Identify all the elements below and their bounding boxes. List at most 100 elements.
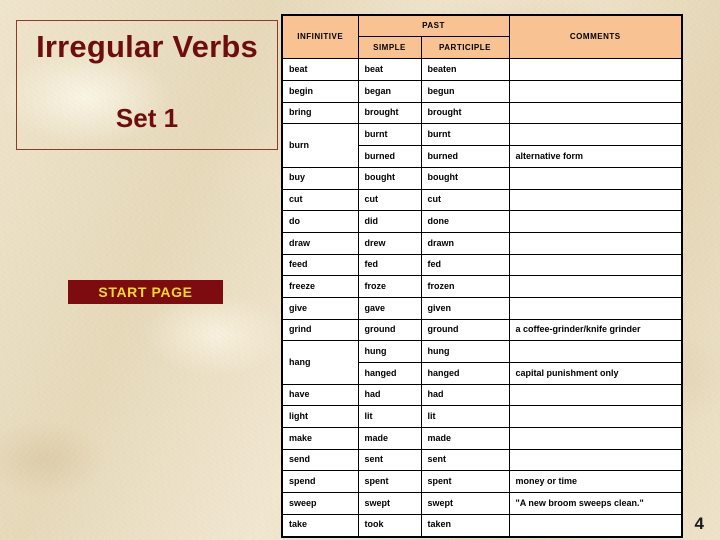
- cell-comments: [508, 340, 683, 364]
- cell-infinitive: beat: [281, 58, 359, 82]
- cell-participle: bought: [420, 166, 510, 190]
- cell-comments: money or time: [508, 470, 683, 494]
- cell-participle: lit: [420, 405, 510, 429]
- cell-infinitive: do: [281, 210, 359, 233]
- cell-participle: done: [420, 210, 510, 233]
- cell-simple: beat: [357, 58, 422, 82]
- table-row: sweep swept swept "A new broom sweeps clean…: [281, 492, 683, 515]
- cell-participle: burned: [420, 145, 510, 168]
- cell-participle: had: [420, 383, 510, 407]
- table-row: have had had: [281, 383, 683, 407]
- cell-simple: froze: [357, 275, 422, 298]
- table-row: hang hung hung: [281, 340, 683, 385]
- cell-infinitive: bring: [281, 101, 359, 125]
- cell-simple: swept: [357, 492, 422, 515]
- cell-infinitive: freeze: [281, 275, 359, 298]
- cell-participle: ground: [420, 318, 510, 342]
- cell-infinitive: have: [281, 383, 359, 407]
- cell-infinitive: send: [281, 448, 359, 472]
- cell-comments: [508, 188, 683, 212]
- cell-comments: [508, 58, 683, 82]
- cell-participle: made: [420, 427, 510, 450]
- cell-participle: beaten: [420, 58, 510, 82]
- table-body: beat beat beaten begin began begun bring brough…: [281, 58, 683, 538]
- cell-infinitive: buy: [281, 166, 359, 190]
- table-row: feed fed fed: [281, 253, 683, 277]
- cell-simple: had: [357, 383, 422, 407]
- cell-simple: fed: [357, 253, 422, 277]
- cell-comments: [508, 448, 683, 472]
- cell-simple: spent: [357, 470, 422, 494]
- column-header-infinitive: INFINITIVE: [281, 14, 359, 60]
- table-row: cut cut cut: [281, 188, 683, 212]
- cell-simple: burned: [357, 145, 422, 168]
- cell-participle: given: [420, 296, 510, 320]
- cell-infinitive: feed: [281, 253, 359, 277]
- cell-comments: [508, 231, 683, 255]
- column-header-participle: PARTICIPLE: [420, 35, 510, 60]
- cell-participle: taken: [420, 513, 510, 538]
- cell-comments: [508, 296, 683, 320]
- table-row: draw drew drawn: [281, 231, 683, 255]
- cell-comments: alternative form: [508, 145, 683, 168]
- cell-infinitive: burn: [281, 123, 359, 168]
- title-panel: Irregular Verbs Set 1: [16, 20, 278, 150]
- cell-simple: began: [357, 80, 422, 103]
- slide-canvas: Irregular Verbs Set 1 START PAGE INFINIT…: [0, 0, 720, 540]
- cell-comments: [508, 101, 683, 125]
- table-row: bring brought brought: [281, 101, 683, 125]
- table-row: beat beat beaten: [281, 58, 683, 82]
- cell-infinitive: light: [281, 405, 359, 429]
- cell-infinitive: begin: [281, 80, 359, 103]
- cell-comments: [508, 80, 683, 103]
- cell-participle: begun: [420, 80, 510, 103]
- column-header-past: PAST: [357, 14, 510, 37]
- cell-participle: burnt: [420, 123, 510, 147]
- cell-comments: a coffee-grinder/knife grinder: [508, 318, 683, 342]
- cell-infinitive: sweep: [281, 492, 359, 515]
- table-row: spend spent spent money or time: [281, 470, 683, 494]
- table-row: freeze froze frozen: [281, 275, 683, 298]
- page-number: 4: [694, 514, 704, 533]
- cell-comments: capital punishment only: [508, 362, 683, 385]
- cell-simple: cut: [357, 188, 422, 212]
- column-header-comments: COMMENTS: [508, 14, 683, 60]
- table-row: send sent sent: [281, 448, 683, 472]
- table-header-row-1: INFINITIVE PAST COMMENTS: [281, 14, 683, 60]
- cell-comments: [508, 427, 683, 450]
- cell-infinitive: make: [281, 427, 359, 450]
- cell-infinitive: grind: [281, 318, 359, 342]
- cell-simple: sent: [357, 448, 422, 472]
- cell-simple: brought: [357, 101, 422, 125]
- cell-participle: hung: [420, 340, 510, 364]
- cell-simple: burnt: [357, 123, 422, 147]
- cell-comments: "A new broom sweeps clean.": [508, 492, 683, 515]
- cell-participle: drawn: [420, 231, 510, 255]
- cell-simple: lit: [357, 405, 422, 429]
- cell-simple: drew: [357, 231, 422, 255]
- cell-comments: [508, 253, 683, 277]
- cell-infinitive: hang: [281, 340, 359, 385]
- cell-simple: bought: [357, 166, 422, 190]
- table-row: buy bought bought: [281, 166, 683, 190]
- table-row: begin began begun: [281, 80, 683, 103]
- cell-participle: spent: [420, 470, 510, 494]
- cell-participle: sent: [420, 448, 510, 472]
- irregular-verbs-table-container: INFINITIVE PAST COMMENTS SIMPLE PARTICIP…: [281, 14, 683, 538]
- cell-simple: hanged: [357, 362, 422, 385]
- cell-infinitive: cut: [281, 188, 359, 212]
- cell-comments: [508, 383, 683, 407]
- start-page-button[interactable]: START PAGE: [68, 280, 223, 304]
- column-header-simple: SIMPLE: [357, 35, 422, 60]
- cell-simple: ground: [357, 318, 422, 342]
- table-row: burn burnt burnt: [281, 123, 683, 168]
- cell-infinitive: take: [281, 513, 359, 538]
- cell-simple: gave: [357, 296, 422, 320]
- cell-participle: swept: [420, 492, 510, 515]
- cell-comments: [508, 210, 683, 233]
- cell-comments: [508, 123, 683, 147]
- cell-infinitive: spend: [281, 470, 359, 494]
- cell-participle: brought: [420, 101, 510, 125]
- cell-simple: took: [357, 513, 422, 538]
- cell-comments: [508, 275, 683, 298]
